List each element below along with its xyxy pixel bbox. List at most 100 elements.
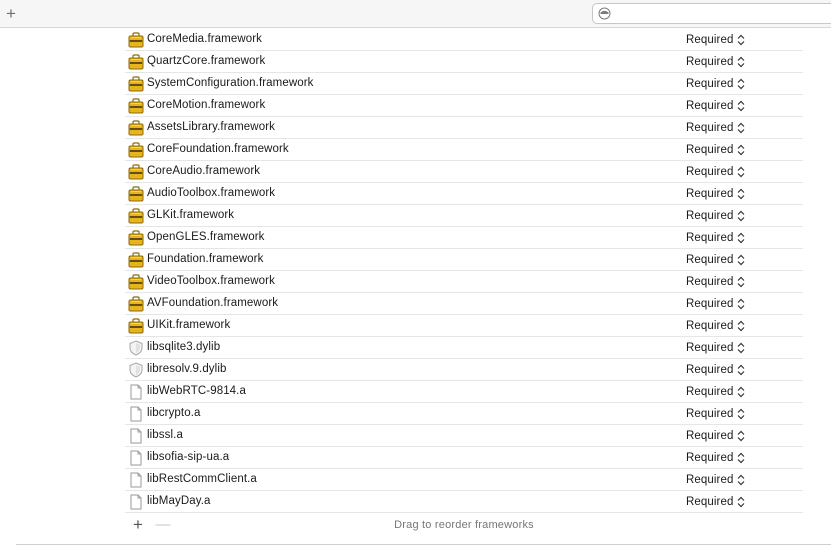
chevron-updown-icon bbox=[738, 386, 745, 397]
status-popup[interactable]: Required bbox=[686, 405, 745, 422]
chevron-updown-icon bbox=[738, 364, 745, 375]
toolbar: + bbox=[0, 0, 831, 28]
status-label: Required bbox=[686, 253, 734, 266]
status-label: Required bbox=[686, 209, 734, 222]
status-popup[interactable]: Required bbox=[686, 449, 745, 466]
status-label: Required bbox=[686, 385, 734, 398]
status-popup[interactable]: Required bbox=[686, 75, 745, 92]
status-label: Required bbox=[686, 495, 734, 508]
framework-row[interactable]: AudioToolbox.framework Required bbox=[125, 183, 803, 205]
status-popup[interactable]: Required bbox=[686, 207, 745, 224]
status-label: Required bbox=[686, 407, 734, 420]
framework-row[interactable]: QuartzCore.framework Required bbox=[125, 51, 803, 73]
framework-row[interactable]: OpenGLES.framework Required bbox=[125, 227, 803, 249]
framework-name: AssetsLibrary.framework bbox=[147, 121, 275, 133]
status-popup[interactable]: Required bbox=[686, 251, 745, 268]
status-popup[interactable]: Required bbox=[686, 185, 745, 202]
status-popup[interactable]: Required bbox=[686, 273, 745, 290]
static-library-file-icon bbox=[128, 428, 144, 444]
status-popup[interactable]: Required bbox=[686, 317, 745, 334]
framework-row[interactable]: AssetsLibrary.framework Required bbox=[125, 117, 803, 139]
status-label: Required bbox=[686, 297, 734, 310]
framework-row[interactable]: libWebRTC-9814.a Required bbox=[125, 381, 803, 403]
status-popup[interactable]: Required bbox=[686, 53, 745, 70]
framework-row[interactable]: CoreMotion.framework Required bbox=[125, 95, 803, 117]
framework-row[interactable]: libMayDay.a Required bbox=[125, 491, 803, 513]
framework-name: libcrypto.a bbox=[147, 407, 201, 419]
search-input[interactable] bbox=[615, 6, 825, 21]
chevron-updown-icon bbox=[738, 100, 745, 111]
chevron-updown-icon bbox=[738, 232, 745, 243]
framework-row[interactable]: libresolv.9.dylib Required bbox=[125, 359, 803, 381]
add-library-button[interactable]: + bbox=[2, 4, 20, 22]
static-library-file-icon bbox=[128, 384, 144, 400]
status-popup[interactable]: Required bbox=[686, 339, 745, 356]
framework-row[interactable]: AVFoundation.framework Required bbox=[125, 293, 803, 315]
framework-row[interactable]: SystemConfiguration.framework Required bbox=[125, 73, 803, 95]
framework-name: OpenGLES.framework bbox=[147, 231, 265, 243]
framework-toolbox-icon bbox=[128, 164, 144, 180]
static-library-file-icon bbox=[128, 450, 144, 466]
framework-name: libWebRTC-9814.a bbox=[147, 385, 246, 397]
status-popup[interactable]: Required bbox=[686, 229, 745, 246]
chevron-updown-icon bbox=[738, 166, 745, 177]
framework-row[interactable]: CoreFoundation.framework Required bbox=[125, 139, 803, 161]
status-popup[interactable]: Required bbox=[686, 295, 745, 312]
framework-toolbox-icon bbox=[128, 54, 144, 70]
status-label: Required bbox=[686, 451, 734, 464]
framework-name: VideoToolbox.framework bbox=[147, 275, 275, 287]
chevron-updown-icon bbox=[738, 408, 745, 419]
search-field[interactable] bbox=[592, 3, 831, 24]
dylib-shield-icon bbox=[128, 362, 144, 378]
framework-name: AVFoundation.framework bbox=[147, 297, 279, 309]
status-label: Required bbox=[686, 341, 734, 354]
framework-row[interactable]: libsofia-sip-ua.a Required bbox=[125, 447, 803, 469]
status-label: Required bbox=[686, 165, 734, 178]
status-popup[interactable]: Required bbox=[686, 97, 745, 114]
list-footer: + — Drag to reorder frameworks bbox=[125, 514, 803, 537]
framework-toolbox-icon bbox=[128, 252, 144, 268]
status-popup[interactable]: Required bbox=[686, 493, 745, 510]
framework-name: AudioToolbox.framework bbox=[147, 187, 276, 199]
framework-name: SystemConfiguration.framework bbox=[147, 77, 314, 89]
framework-toolbox-icon bbox=[128, 98, 144, 114]
framework-name: GLKit.framework bbox=[147, 209, 235, 221]
framework-row[interactable]: Foundation.framework Required bbox=[125, 249, 803, 271]
plus-icon: + bbox=[6, 3, 16, 23]
status-label: Required bbox=[686, 363, 734, 376]
framework-row[interactable]: libcrypto.a Required bbox=[125, 403, 803, 425]
chevron-updown-icon bbox=[738, 430, 745, 441]
status-popup[interactable]: Required bbox=[686, 119, 745, 136]
status-label: Required bbox=[686, 231, 734, 244]
framework-row[interactable]: CoreAudio.framework Required bbox=[125, 161, 803, 183]
status-label: Required bbox=[686, 275, 734, 288]
framework-row[interactable]: libRestCommClient.a Required bbox=[125, 469, 803, 491]
status-popup[interactable]: Required bbox=[686, 471, 745, 488]
reorder-hint: Drag to reorder frameworks bbox=[394, 519, 534, 531]
chevron-updown-icon bbox=[738, 210, 745, 221]
status-popup[interactable]: Required bbox=[686, 163, 745, 180]
status-label: Required bbox=[686, 187, 734, 200]
framework-row[interactable]: libssl.a Required bbox=[125, 425, 803, 447]
framework-toolbox-icon bbox=[128, 208, 144, 224]
chevron-updown-icon bbox=[738, 496, 745, 507]
framework-name: libsofia-sip-ua.a bbox=[147, 451, 230, 463]
framework-row[interactable]: GLKit.framework Required bbox=[125, 205, 803, 227]
status-popup[interactable]: Required bbox=[686, 427, 745, 444]
status-popup[interactable]: Required bbox=[686, 141, 745, 158]
framework-row[interactable]: VideoToolbox.framework Required bbox=[125, 271, 803, 293]
status-popup[interactable]: Required bbox=[686, 31, 745, 48]
framework-toolbox-icon bbox=[128, 296, 144, 312]
framework-row[interactable]: libsqlite3.dylib Required bbox=[125, 337, 803, 359]
framework-toolbox-icon bbox=[128, 274, 144, 290]
status-label: Required bbox=[686, 473, 734, 486]
status-popup[interactable]: Required bbox=[686, 383, 745, 400]
framework-name: CoreMedia.framework bbox=[147, 33, 263, 45]
status-popup[interactable]: Required bbox=[686, 361, 745, 378]
framework-toolbox-icon bbox=[128, 76, 144, 92]
framework-row[interactable]: CoreMedia.framework Required bbox=[125, 29, 803, 51]
framework-row[interactable]: UIKit.framework Required bbox=[125, 315, 803, 337]
static-library-file-icon bbox=[128, 494, 144, 510]
framework-name: libsqlite3.dylib bbox=[147, 341, 221, 353]
framework-name: CoreAudio.framework bbox=[147, 165, 261, 177]
